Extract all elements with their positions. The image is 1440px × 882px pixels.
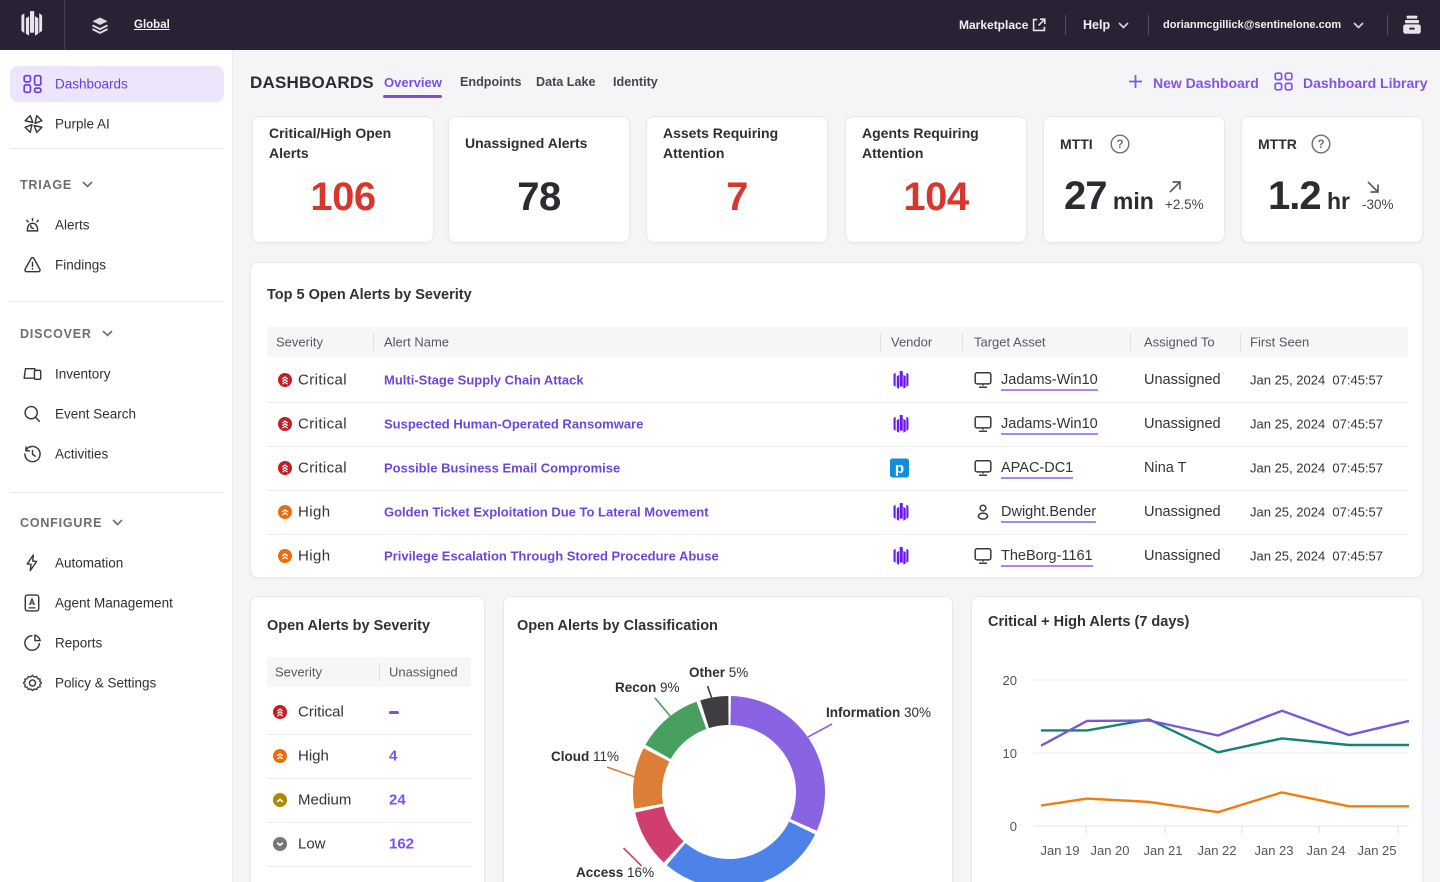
svg-text:?: ? bbox=[1317, 139, 1324, 151]
svg-text:Jan 19: Jan 19 bbox=[1040, 843, 1079, 858]
svg-text:Information 30%: Information 30% bbox=[826, 705, 931, 720]
svg-text:0: 0 bbox=[1010, 819, 1017, 834]
svg-text:Cloud 11%: Cloud 11% bbox=[551, 749, 619, 764]
svg-text:Jan 23: Jan 23 bbox=[1254, 843, 1293, 858]
svg-text:20: 20 bbox=[1003, 673, 1017, 688]
svg-text:Recon 9%: Recon 9% bbox=[615, 680, 680, 695]
svg-text:Jan 22: Jan 22 bbox=[1197, 843, 1236, 858]
svg-text:p: p bbox=[895, 460, 904, 477]
svg-text:Jan 25: Jan 25 bbox=[1357, 843, 1396, 858]
svg-text:Other 5%: Other 5% bbox=[689, 665, 748, 680]
svg-text:Access 16%: Access 16% bbox=[576, 865, 654, 880]
svg-text:Jan 20: Jan 20 bbox=[1090, 843, 1129, 858]
svg-text:10: 10 bbox=[1003, 746, 1017, 761]
svg-text:Jan 24: Jan 24 bbox=[1306, 843, 1345, 858]
svg-text:?: ? bbox=[1116, 139, 1123, 151]
svg-text:Jan 21: Jan 21 bbox=[1143, 843, 1182, 858]
